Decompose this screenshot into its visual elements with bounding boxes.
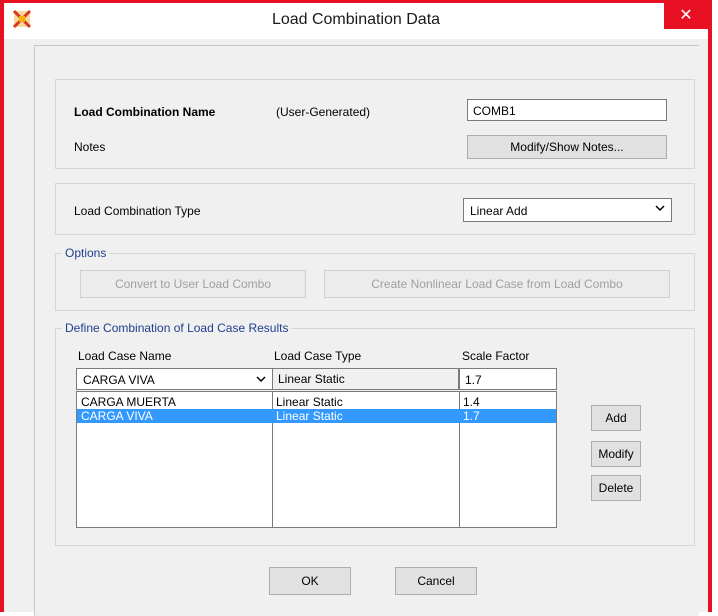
load-case-type-field: Linear Static xyxy=(272,368,459,390)
header-scale-factor: Scale Factor xyxy=(462,349,530,363)
cancel-button[interactable]: Cancel xyxy=(395,567,477,595)
options-legend: Options xyxy=(62,246,110,260)
name-source-label: (User-Generated) xyxy=(276,105,371,119)
list-row-selected[interactable]: CARGA VIVA Linear Static 1.7 xyxy=(77,409,556,423)
combination-type-select[interactable]: Linear Add xyxy=(463,198,672,222)
chevron-down-icon xyxy=(256,376,266,383)
dialog-window: Load Combination Data ✕ Load Combination… xyxy=(0,0,712,616)
name-panel: Load Combination Name (User-Generated) C… xyxy=(55,79,695,169)
title-bar[interactable]: Load Combination Data ✕ xyxy=(4,3,708,39)
create-nonlinear-case-button[interactable]: Create Nonlinear Load Case from Load Com… xyxy=(324,270,670,298)
combination-name-label: Load Combination Name xyxy=(74,105,216,119)
modify-button[interactable]: Modify xyxy=(591,441,641,467)
define-combination-group: Define Combination of Load Case Results … xyxy=(55,321,695,546)
row-scale-factor: 1.4 xyxy=(463,395,480,409)
load-case-name-select[interactable]: CARGA VIVA xyxy=(76,368,273,390)
ok-button[interactable]: OK xyxy=(269,567,351,595)
chevron-down-icon xyxy=(655,205,665,212)
scale-factor-input[interactable]: 1.7 xyxy=(459,368,557,390)
combination-type-value: Linear Add xyxy=(470,204,528,218)
convert-to-user-combo-button[interactable]: Convert to User Load Combo xyxy=(80,270,306,298)
row-load-case-type: Linear Static xyxy=(276,395,343,409)
load-case-list[interactable]: CARGA MUERTA Linear Static 1.4 CARGA VIV… xyxy=(76,391,557,528)
list-row[interactable]: CARGA MUERTA Linear Static 1.4 xyxy=(77,395,556,409)
define-combination-legend: Define Combination of Load Case Results xyxy=(62,321,292,335)
header-load-case-type: Load Case Type xyxy=(274,349,362,363)
modify-show-notes-button[interactable]: Modify/Show Notes... xyxy=(467,135,667,159)
combination-type-label: Load Combination Type xyxy=(74,204,201,218)
close-icon[interactable]: ✕ xyxy=(664,3,708,29)
delete-button[interactable]: Delete xyxy=(591,475,641,501)
type-panel: Load Combination Type Linear Add xyxy=(55,183,695,235)
row-scale-factor: 1.7 xyxy=(463,409,480,423)
add-button[interactable]: Add xyxy=(591,405,641,431)
row-load-case-name: CARGA VIVA xyxy=(81,409,153,423)
window-title: Load Combination Data xyxy=(271,11,441,28)
options-group: Options Convert to User Load Combo Creat… xyxy=(55,246,695,311)
row-load-case-type: Linear Static xyxy=(276,409,343,423)
load-case-name-value: CARGA VIVA xyxy=(83,373,155,387)
notes-label: Notes xyxy=(74,140,106,154)
dialog-body: Load Combination Name (User-Generated) C… xyxy=(34,45,699,616)
combination-name-input[interactable]: COMB1 xyxy=(467,99,667,121)
row-load-case-name: CARGA MUERTA xyxy=(81,395,176,409)
header-load-case-name: Load Case Name xyxy=(78,349,172,363)
